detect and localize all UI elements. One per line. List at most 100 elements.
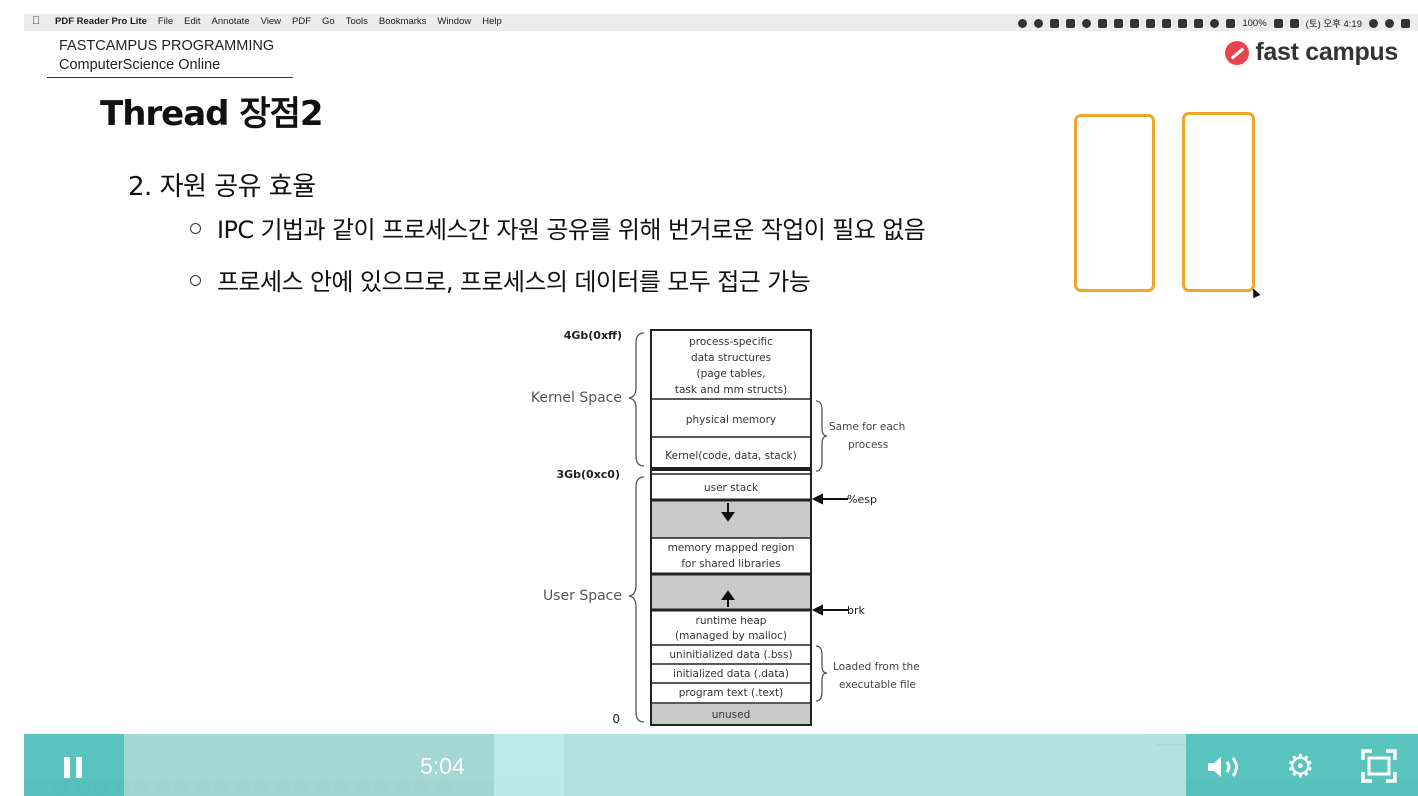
siri-icon[interactable] — [1385, 18, 1394, 28]
pause-icon — [64, 757, 84, 778]
annotation-rectangle[interactable] — [1074, 114, 1155, 292]
menu-bookmarks[interactable]: Bookmarks — [379, 16, 427, 27]
stack-down-arrow-icon — [721, 512, 735, 522]
menu-view[interactable]: View — [261, 16, 281, 27]
user-brace — [628, 476, 645, 723]
player-right-controls: ⚙ — [1186, 734, 1418, 796]
record-icon[interactable] — [1034, 18, 1044, 28]
heap-growth-block — [652, 575, 810, 609]
bluetooth-icon[interactable] — [1194, 18, 1204, 28]
loaded-note: Loaded from the — [833, 661, 920, 673]
play-pause-button[interactable] — [24, 734, 124, 796]
block-text: for shared libraries — [681, 558, 780, 570]
bullet-item: IPC 기법과 같이 프로세스간 자원 공유를 위해 번거로운 작업이 필요 없… — [190, 210, 926, 245]
menu-edit[interactable]: Edit — [184, 16, 200, 27]
brand-header: FASTCAMPUS PROGRAMMING ComputerScience O… — [59, 37, 274, 75]
image-icon[interactable] — [1146, 18, 1156, 28]
apple-icon[interactable]:  — [32, 15, 40, 27]
menubar-clock[interactable]: (토) 오후 4:19 — [1306, 16, 1362, 30]
arrow-icon[interactable] — [1098, 18, 1108, 28]
fullscreen-icon[interactable] — [1361, 749, 1397, 783]
block-text: (page tables, — [696, 368, 765, 380]
block-text: physical memory — [686, 414, 776, 426]
brand-line-2: ComputerScience Online — [59, 57, 221, 73]
square-icon[interactable] — [1130, 18, 1140, 28]
logo-mark-icon — [1225, 40, 1250, 65]
dropbox-icon[interactable] — [1162, 18, 1172, 28]
point-heading: 2. 자원 공유 효율 — [128, 172, 316, 202]
bullet-circle-icon — [190, 274, 201, 286]
circle-icon[interactable] — [1082, 18, 1092, 28]
same-note: process — [848, 439, 888, 451]
flag-icon[interactable] — [1289, 18, 1299, 28]
loaded-brace — [815, 645, 828, 702]
block-text: data structures — [691, 352, 771, 364]
block-text: program text (.text) — [679, 687, 783, 699]
block-text: process-specific — [689, 336, 773, 348]
battery-percent: 100% — [1242, 17, 1267, 29]
menu-list: PDF Reader Pro Lite File Edit Annotate V… — [55, 16, 502, 27]
user-space-label: User Space — [543, 588, 622, 604]
block-text: unused — [712, 709, 751, 721]
battery-icon[interactable] — [1273, 18, 1283, 28]
menu-app-name[interactable]: PDF Reader Pro Lite — [55, 16, 147, 27]
menu-help[interactable]: Help — [482, 16, 502, 27]
addr-zero: 0 — [612, 712, 620, 726]
heap-up-arrow-icon — [721, 590, 735, 600]
menu-window[interactable]: Window — [437, 16, 471, 27]
kernel-brace — [628, 332, 645, 467]
block-text: (managed by malloc) — [675, 630, 787, 642]
sync-icon[interactable] — [1018, 18, 1028, 28]
annotation-rectangle[interactable] — [1182, 112, 1255, 292]
bullet-circle-icon — [190, 222, 201, 234]
brand-line-1: FASTCAMPUS PROGRAMMING — [59, 38, 275, 54]
addr-4gb: 4Gb(0xff) — [564, 329, 622, 342]
bullet-item: 프로세스 안에 있으므로, 프로세스의 데이터를 모두 접근 가능 — [190, 262, 811, 297]
video-control-bar: 5:04 ⚙ — [24, 734, 1418, 796]
fastcampus-logo: fast campus — [1225, 38, 1398, 67]
block-text: memory mapped region — [668, 542, 795, 554]
volume-icon[interactable] — [1206, 754, 1246, 780]
cloud-icon[interactable] — [1066, 18, 1076, 28]
progress-buffered[interactable] — [494, 734, 564, 796]
block-text: initialized data (.data) — [673, 668, 789, 680]
brk-arrow-icon — [811, 604, 823, 616]
wifi-icon[interactable] — [1210, 18, 1220, 28]
stack-growth-block — [652, 501, 810, 538]
grid-icon[interactable] — [1178, 18, 1188, 28]
addr-3gb: 3Gb(0xc0) — [556, 468, 620, 481]
block-text: user stack — [704, 482, 759, 494]
mouse-cursor-icon — [1249, 286, 1261, 299]
block-text: task and mm structs) — [675, 384, 787, 396]
volume-status-icon[interactable] — [1226, 18, 1236, 28]
menu-tools[interactable]: Tools — [346, 16, 368, 27]
block-text: uninitialized data (.bss) — [669, 649, 792, 661]
block-text: runtime heap — [696, 615, 767, 627]
same-brace — [815, 400, 828, 472]
menu-bar:  PDF Reader Pro Lite File Edit Annotate… — [24, 14, 1418, 31]
loaded-note: executable file — [839, 679, 916, 691]
esp-label: %esp — [847, 493, 877, 506]
list-icon[interactable] — [1401, 18, 1410, 28]
slash-icon[interactable] — [1050, 18, 1060, 28]
menu-file[interactable]: File — [158, 16, 173, 27]
menu-pdf[interactable]: PDF — [292, 16, 311, 27]
screen-icon[interactable] — [1114, 18, 1124, 28]
gear-icon[interactable]: ⚙ — [1286, 750, 1315, 782]
menu-go[interactable]: Go — [322, 16, 335, 27]
logo-text: fast campus — [1255, 38, 1398, 66]
menu-annotate[interactable]: Annotate — [212, 16, 250, 27]
kernel-space-label: Kernel Space — [531, 390, 622, 406]
same-note: Same for each — [829, 421, 905, 433]
slide-title: Thread 장점2 — [100, 94, 324, 134]
status-area: 100% (토) 오후 4:19 — [1018, 16, 1410, 30]
current-time: 5:04 — [420, 753, 465, 779]
search-icon[interactable] — [1369, 18, 1378, 28]
brand-divider — [47, 77, 293, 78]
bullet-text: 프로세스 안에 있으므로, 프로세스의 데이터를 모두 접근 가능 — [217, 268, 811, 296]
bullet-text: IPC 기법과 같이 프로세스간 자원 공유를 위해 번거로운 작업이 필요 없… — [217, 216, 926, 244]
left-margin — [0, 0, 24, 796]
memory-column — [650, 329, 812, 726]
brk-label: brk — [847, 604, 866, 617]
unused-block — [652, 704, 810, 724]
